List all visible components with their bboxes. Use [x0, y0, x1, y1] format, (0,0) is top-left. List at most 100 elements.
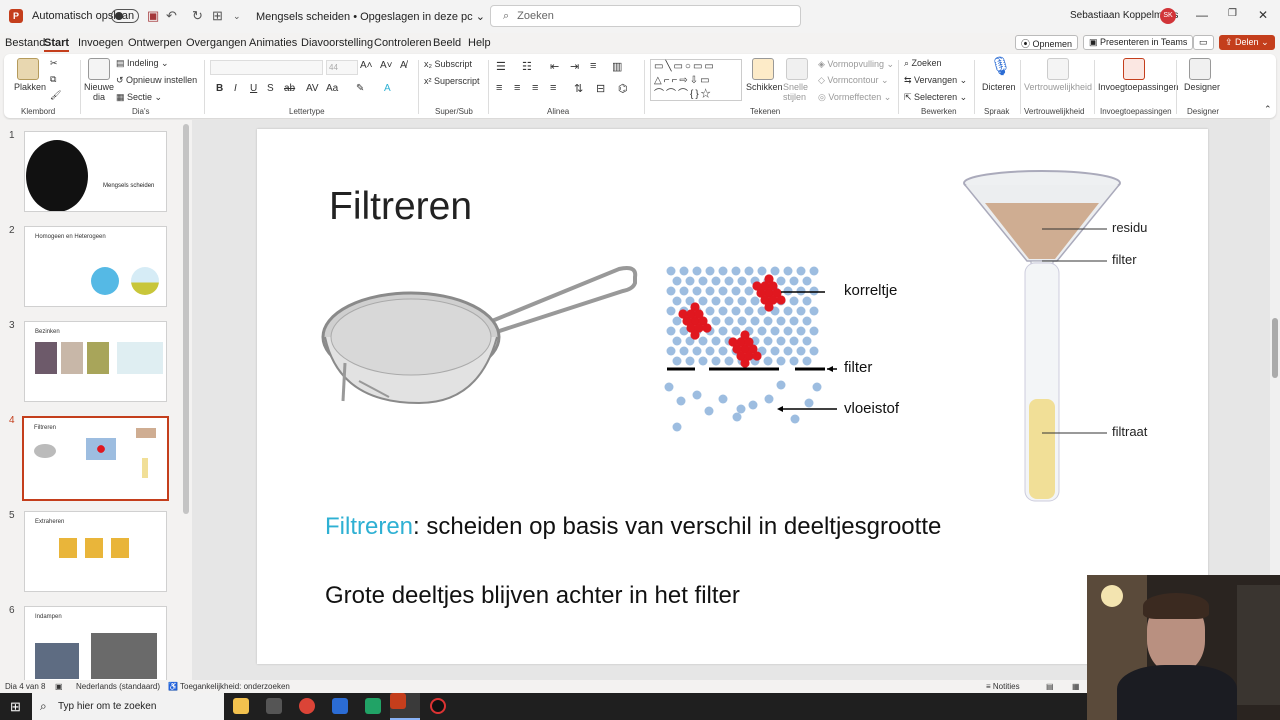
shape-fill-button[interactable]: ◈ Vormopvulling ⌄ [818, 59, 894, 70]
new-slide-button[interactable]: Nieuwe dia [84, 82, 114, 102]
layout-button[interactable]: ▤ Indeling ⌄ [116, 58, 169, 69]
char-spacing-icon[interactable]: AV [306, 83, 319, 94]
bullets-icon[interactable]: ☰ [496, 60, 506, 73]
strikethrough-icon[interactable]: ab [284, 83, 295, 94]
notes-button[interactable]: ≡ Notities [986, 682, 1020, 691]
arrange-button[interactable]: Schikken [746, 82, 783, 92]
clear-format-icon[interactable]: A̸ [400, 60, 407, 71]
font-color-icon[interactable]: A [384, 83, 391, 94]
slide-thumbnail-1[interactable]: Mengsels scheiden [24, 131, 167, 212]
paste-icon[interactable] [17, 58, 39, 80]
quick-styles-button[interactable]: Snelle stijlen [783, 82, 811, 102]
reset-button[interactable]: ↺ Opnieuw instellen [116, 75, 197, 86]
select-button[interactable]: ⇱ Selecteren ⌄ [904, 92, 967, 103]
bold-icon[interactable]: B [216, 83, 223, 94]
text-direction-icon[interactable]: ⇅ [574, 82, 583, 95]
align-right-icon[interactable]: ≡ [532, 82, 538, 94]
shape-effects-button[interactable]: ◎ Vormeffecten ⌄ [818, 92, 891, 103]
obs-icon[interactable] [430, 698, 446, 714]
sieve-image[interactable] [319, 263, 643, 413]
sensitivity-button[interactable]: Vertrouwelijkheid [1024, 82, 1092, 92]
customize-qat-icon[interactable]: ⌄ [233, 11, 241, 22]
arrange-icon[interactable] [752, 58, 774, 80]
quick-styles-icon[interactable] [786, 58, 808, 80]
record-button[interactable]: ⦿ Opnemen [1015, 35, 1079, 50]
slide-thumbnail-6[interactable]: Indampen [24, 606, 167, 687]
shapes-gallery[interactable]: ▭╲▭○▭▭ △⌐⌐⇨⇩▭ ⌒⌒⌒{}☆ [650, 59, 742, 101]
tab-animaties[interactable]: Animaties [249, 37, 297, 49]
underline-icon[interactable]: U [250, 83, 257, 94]
change-case-icon[interactable]: Aa [326, 83, 338, 94]
highlight-icon[interactable]: ✎ [356, 83, 364, 94]
accessibility-status[interactable]: Toegankelijkheid: onderzoeken [180, 682, 290, 691]
decrease-indent-icon[interactable]: ⇤ [550, 60, 559, 73]
powerpoint-taskbar-item[interactable] [390, 693, 420, 720]
tab-ontwerpen[interactable]: Ontwerpen [128, 37, 182, 49]
xbox-icon[interactable] [266, 698, 282, 714]
italic-icon[interactable]: I [234, 83, 237, 94]
document-title[interactable]: Mengsels scheiden • Opgeslagen in deze p… [256, 10, 485, 23]
copy-icon[interactable]: ⧉ [50, 74, 56, 85]
new-slide-icon[interactable] [88, 58, 110, 80]
tab-help[interactable]: Help [468, 37, 491, 49]
dictate-button[interactable]: Dicteren [982, 82, 1016, 92]
search-box[interactable]: ⌕ Zoeken [490, 5, 801, 27]
addins-button[interactable]: Invoegtoepassingen [1098, 82, 1179, 92]
tab-bestand[interactable]: Bestand [5, 37, 45, 49]
windows-start-icon[interactable]: ⊞ [10, 699, 21, 715]
designer-icon[interactable] [1189, 58, 1211, 80]
sensitivity-icon[interactable] [1047, 58, 1069, 80]
grow-font-icon[interactable]: A˄ [360, 60, 373, 71]
tab-beeld[interactable]: Beeld [433, 37, 461, 49]
font-name-input[interactable] [210, 60, 323, 75]
slide-thumbnail-3[interactable]: Bezinken [24, 321, 167, 402]
line-spacing-icon[interactable]: ≡ [590, 60, 596, 72]
redo-icon[interactable]: ↻ [192, 8, 203, 24]
spellcheck-icon[interactable]: ▣ [55, 682, 63, 691]
funnel-image[interactable] [957, 163, 1167, 503]
tab-start[interactable]: Start [44, 37, 70, 52]
replace-button[interactable]: ⇆ Vervangen ⌄ [904, 75, 967, 86]
thumbnail-scrollbar[interactable] [183, 124, 189, 514]
body-text[interactable]: Grote deeltjes blijven achter in het fil… [325, 582, 740, 610]
tab-diavoorstelling[interactable]: Diavoorstelling [301, 37, 373, 49]
shadow-icon[interactable]: S [267, 83, 274, 94]
save-icon[interactable]: ▣ [147, 8, 159, 24]
justify-icon[interactable]: ≡ [550, 82, 556, 94]
taskbar-search[interactable]: ⌕ Typ hier om te zoeken [32, 693, 224, 720]
close-icon[interactable]: ✕ [1258, 8, 1268, 22]
slide-sorter-icon[interactable]: ▦ [1072, 682, 1080, 691]
excel-icon[interactable] [365, 698, 381, 714]
slide-thumbnail-5[interactable]: Extraheren [24, 511, 167, 592]
tab-controleren[interactable]: Controleren [374, 37, 431, 49]
cut-icon[interactable]: ✂ [50, 58, 58, 69]
increase-indent-icon[interactable]: ⇥ [570, 60, 579, 73]
definition-text[interactable]: Filtreren: scheiden op basis van verschi… [325, 513, 941, 541]
align-text-icon[interactable]: ⊟ [596, 82, 605, 95]
present-from-start-icon[interactable]: ⊞ [212, 8, 223, 24]
share-button[interactable]: ⇪ Delen ⌄ [1219, 35, 1275, 50]
comments-button[interactable]: ▭ [1193, 35, 1214, 50]
file-explorer-icon[interactable] [233, 698, 249, 714]
minimize-icon[interactable]: — [1196, 8, 1208, 22]
tab-overgangen[interactable]: Overgangen [186, 37, 247, 49]
avatar[interactable]: SK [1160, 8, 1176, 24]
tab-invoegen[interactable]: Invoegen [78, 37, 123, 49]
microphone-icon[interactable]: 🎙 [989, 56, 1012, 77]
restore-icon[interactable]: ❐ [1228, 8, 1237, 19]
slide[interactable]: Filtreren korreltje filter vloeistof res… [257, 129, 1208, 664]
addins-icon[interactable] [1123, 58, 1145, 80]
format-painter-icon[interactable]: 🖌 [50, 90, 61, 101]
language-indicator[interactable]: Nederlands (standaard) [76, 682, 160, 691]
superscript-button[interactable]: x² Superscript [424, 76, 480, 86]
chrome-icon[interactable] [299, 698, 315, 714]
slide-thumbnail-4[interactable]: Filtreren [22, 416, 169, 501]
autosave-toggle[interactable] [111, 9, 139, 23]
undo-icon[interactable]: ↶ [166, 8, 177, 24]
subscript-button[interactable]: x₂ Subscript [424, 59, 472, 69]
paste-button[interactable]: Plakken [14, 82, 46, 92]
shrink-font-icon[interactable]: A˅ [380, 60, 393, 71]
numbering-icon[interactable]: ☷ [522, 60, 532, 73]
collapse-ribbon-icon[interactable]: ⌃ [1264, 104, 1272, 115]
designer-button[interactable]: Designer [1184, 82, 1220, 92]
